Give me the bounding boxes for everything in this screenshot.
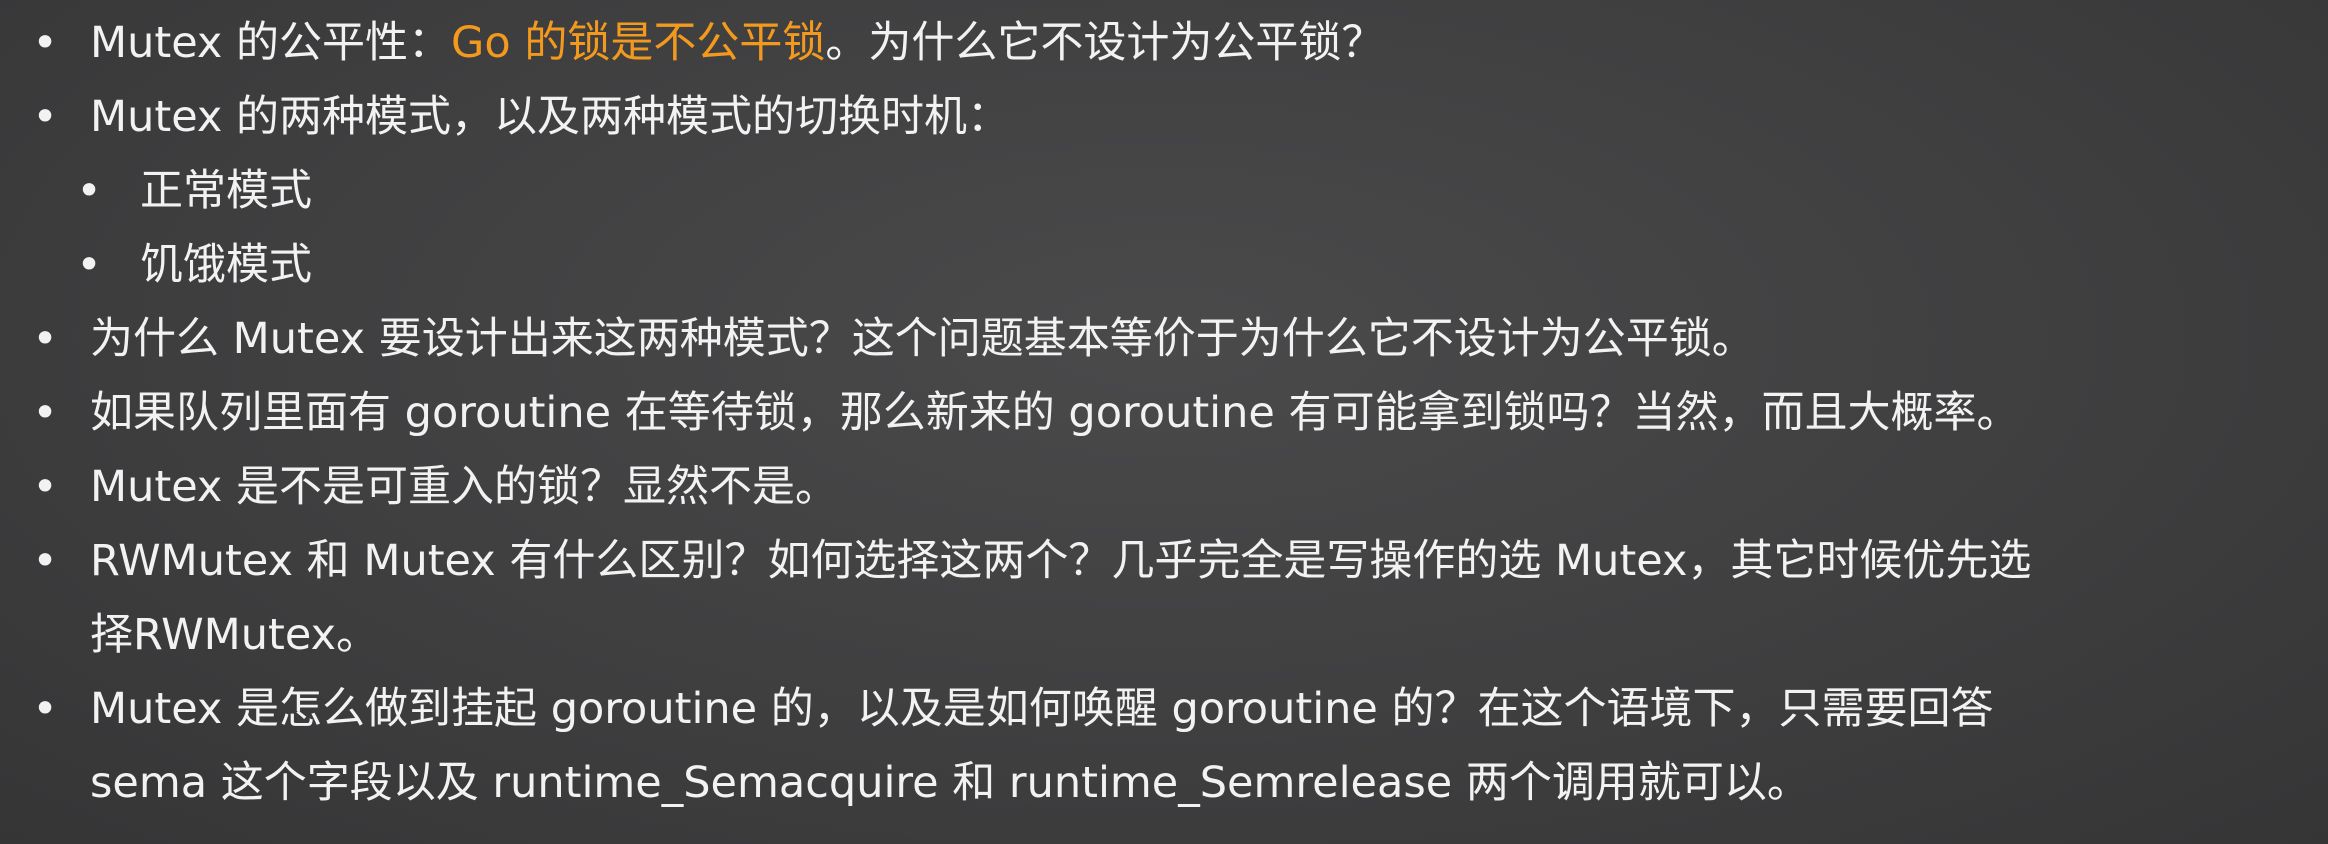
bullet-text-line2: sema 这个字段以及 runtime_Semacquire 和 runtime… [90, 758, 1810, 808]
bullet-text: 饥饿模式 [140, 240, 312, 290]
bullet-reentrant: • Mutex 是不是可重入的锁？显然不是。 [0, 450, 2328, 524]
bullet-dot-icon: • [32, 462, 58, 512]
bullet-mutex-fairness: • Mutex 的公平性：Go 的锁是不公平锁。为什么它不设计为公平锁？ [0, 6, 2328, 80]
bullet-dot-icon: • [76, 166, 102, 216]
bullet-text: 如果队列里面有 goroutine 在等待锁，那么新来的 goroutine 有… [90, 388, 2020, 438]
bullet-mutex-modes: • Mutex 的两种模式，以及两种模式的切换时机： [0, 80, 2328, 154]
bullet-dot-icon: • [32, 388, 58, 438]
highlighted-text: Go 的锁是不公平锁 [451, 18, 826, 68]
bullet-suspend-wake: • Mutex 是怎么做到挂起 goroutine 的，以及是如何唤醒 goro… [0, 672, 2328, 820]
sub-bullet-normal-mode: • 正常模式 [0, 154, 2328, 228]
bullet-text-prefix: Mutex 的公平性： [90, 18, 452, 68]
bullet-text: Mutex 的两种模式，以及两种模式的切换时机： [90, 92, 1011, 142]
bullet-dot-icon: • [32, 684, 58, 734]
bullet-dot-icon: • [32, 536, 58, 586]
bullet-dot-icon: • [32, 314, 58, 364]
bullet-why-two-modes: • 为什么 Mutex 要设计出来这两种模式？这个问题基本等价于为什么它不设计为… [0, 302, 2328, 376]
bullet-text: 为什么 Mutex 要设计出来这两种模式？这个问题基本等价于为什么它不设计为公平… [90, 314, 1755, 364]
bullet-text: 正常模式 [140, 166, 312, 216]
sub-bullet-starvation-mode: • 饥饿模式 [0, 228, 2328, 302]
bullet-list: • Mutex 的公平性：Go 的锁是不公平锁。为什么它不设计为公平锁？ • M… [0, 6, 2328, 820]
bullet-text-line1: RWMutex 和 Mutex 有什么区别？如何选择这两个？几乎完全是写操作的选… [90, 536, 2032, 586]
bullet-rwmutex-vs-mutex: • RWMutex 和 Mutex 有什么区别？如何选择这两个？几乎完全是写操作… [0, 524, 2328, 672]
bullet-dot-icon: • [32, 92, 58, 142]
bullet-text-suffix: 。为什么它不设计为公平锁？ [825, 18, 1385, 68]
bullet-dot-icon: • [76, 240, 102, 290]
bullet-text: Mutex 是不是可重入的锁？显然不是。 [90, 462, 839, 512]
bullet-text-line2: 择RWMutex。 [90, 610, 380, 660]
bullet-text-line1: Mutex 是怎么做到挂起 goroutine 的，以及是如何唤醒 gorout… [90, 684, 1994, 734]
slide: • Mutex 的公平性：Go 的锁是不公平锁。为什么它不设计为公平锁？ • M… [0, 0, 2328, 844]
bullet-new-goroutine: • 如果队列里面有 goroutine 在等待锁，那么新来的 goroutine… [0, 376, 2328, 450]
bullet-dot-icon: • [32, 18, 58, 68]
